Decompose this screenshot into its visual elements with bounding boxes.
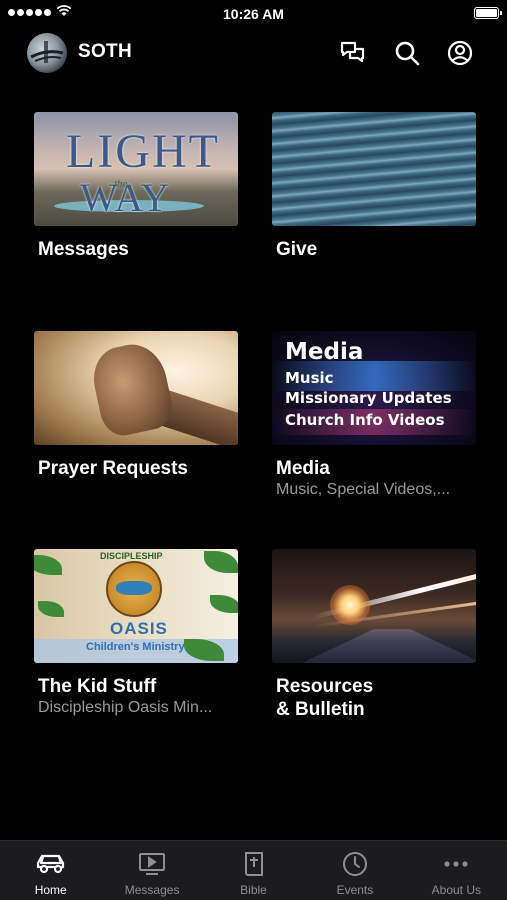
thumb-media-line: Missionary Updates: [285, 389, 452, 407]
thumb-kid-oasis: OASIS: [110, 619, 168, 638]
more-icon: [443, 850, 469, 878]
tile-title: The Kid Stuff: [38, 676, 157, 697]
tile-title: Media: [276, 458, 330, 479]
kid-stuff-thumbnail: DISCIPLESHIP OASIS Children's Ministry: [34, 549, 238, 663]
chat-icon[interactable]: [338, 38, 368, 68]
tab-bar: Home Messages Bible Events About Us: [0, 840, 507, 900]
tile-title: Resources & Bulletin: [276, 676, 374, 720]
thumb-the-text: the: [114, 178, 128, 190]
tab-label: Bible: [240, 883, 267, 897]
clock-icon: [342, 850, 368, 878]
app-header: SOTH: [0, 28, 507, 76]
app-title: SOTH: [78, 41, 132, 62]
battery-icon: [474, 7, 502, 19]
app-logo[interactable]: [27, 33, 67, 73]
tile-kid-stuff[interactable]: DISCIPLESHIP OASIS Children's Ministry T…: [34, 549, 238, 718]
search-icon[interactable]: [392, 38, 422, 68]
status-time: 10:26 AM: [223, 6, 284, 22]
tab-home[interactable]: Home: [0, 841, 101, 900]
resources-thumbnail: [272, 549, 476, 663]
profile-icon[interactable]: [445, 38, 475, 68]
give-thumbnail: [272, 112, 476, 226]
thumb-media-line: Church Info Videos: [285, 411, 445, 429]
tile-subtitle: Discipleship Oasis Min...: [38, 699, 213, 716]
tile-subtitle: Music, Special Videos,...: [276, 481, 451, 498]
thumb-kid-top: DISCIPLESHIP: [100, 551, 163, 561]
tile-give[interactable]: Give: [272, 112, 476, 261]
media-thumbnail: Media Music Missionary Updates Church In…: [272, 331, 476, 445]
tab-about-us[interactable]: About Us: [406, 841, 507, 900]
thumb-kid-ministry: Children's Ministry: [86, 641, 185, 653]
tile-title: Messages: [38, 239, 129, 260]
thumb-light-text: LIGHT: [66, 125, 220, 178]
tab-events[interactable]: Events: [304, 841, 405, 900]
prayer-thumbnail: [34, 331, 238, 445]
tab-bible[interactable]: Bible: [203, 841, 304, 900]
tab-label: About Us: [431, 883, 481, 897]
tile-messages[interactable]: LIGHT WAY the Messages: [34, 112, 238, 261]
tile-title: Prayer Requests: [38, 458, 188, 479]
car-icon: [35, 850, 67, 878]
thumb-media-title: Media: [285, 339, 364, 365]
tab-label: Home: [34, 883, 67, 897]
tab-label: Messages: [124, 883, 180, 897]
tile-title: Give: [276, 239, 318, 260]
bible-icon: [243, 850, 265, 878]
tab-label: Events: [336, 883, 374, 897]
thumb-media-line: Music: [285, 369, 334, 387]
tile-resources-bulletin[interactable]: Resources & Bulletin: [272, 549, 476, 721]
status-bar: 10:26 AM: [0, 0, 507, 28]
tile-media[interactable]: Media Music Missionary Updates Church In…: [272, 331, 476, 500]
messages-thumbnail: LIGHT WAY the: [34, 112, 238, 226]
tile-prayer-requests[interactable]: Prayer Requests: [34, 331, 238, 480]
tv-play-icon: [138, 850, 166, 878]
tab-messages[interactable]: Messages: [101, 841, 202, 900]
